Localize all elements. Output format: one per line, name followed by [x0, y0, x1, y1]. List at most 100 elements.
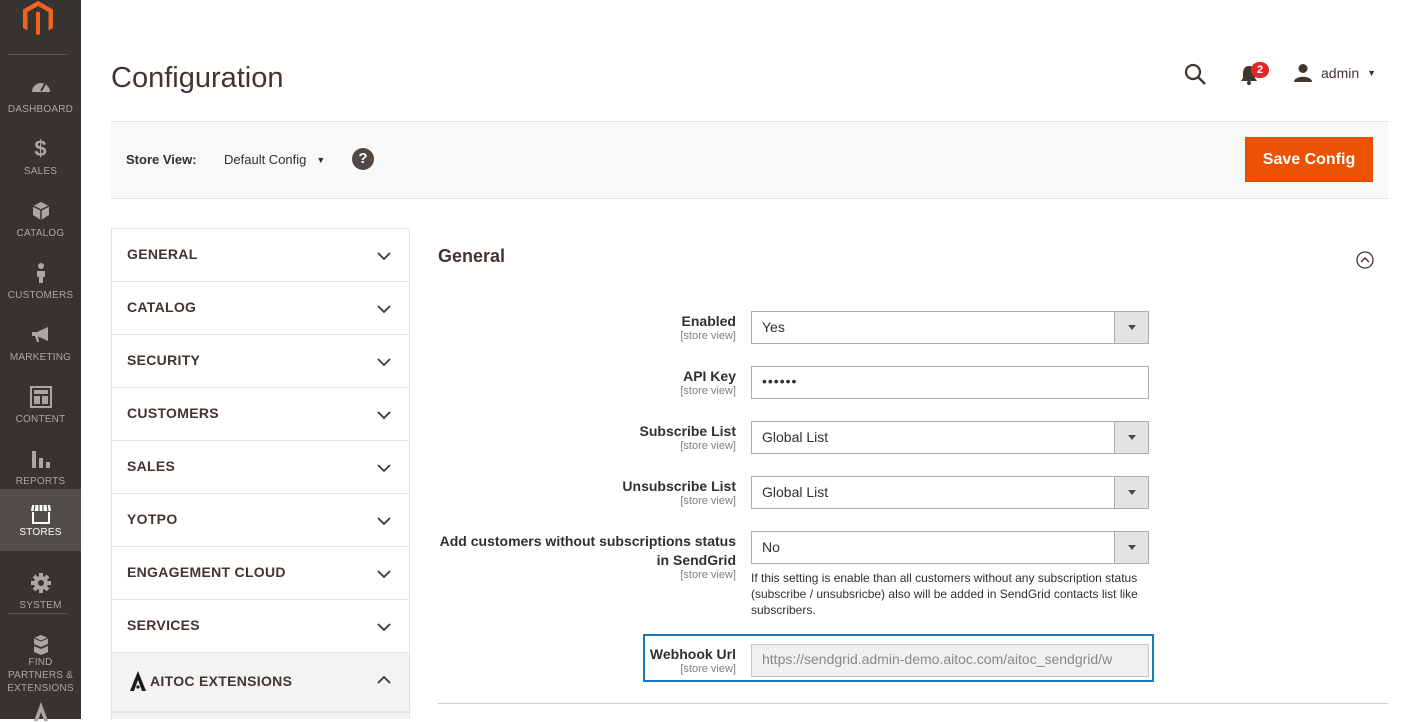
- dropdown-arrow-icon: [1114, 312, 1148, 343]
- notification-count-badge[interactable]: 2: [1251, 62, 1269, 78]
- collapse-section-icon[interactable]: [1356, 251, 1374, 269]
- person-icon: [30, 262, 52, 284]
- gear-icon: [30, 572, 52, 594]
- tab-submenu: [112, 712, 409, 719]
- menu-item-catalog[interactable]: CATALOG: [0, 190, 81, 252]
- menu-item-label: REPORTS: [15, 476, 66, 487]
- config-tabs: GENERAL CATALOG SECURITY CUSTOMERS SALES…: [111, 228, 410, 719]
- dropdown-arrow-icon: [1114, 532, 1148, 563]
- menu-item-system[interactable]: SYSTEM: [0, 562, 81, 624]
- add-customers-scope: [store view]: [680, 569, 736, 581]
- bar-chart-icon: [30, 448, 52, 470]
- menu-item-stores[interactable]: STORES: [0, 489, 81, 551]
- add-customers-note: If this setting is enable than all custo…: [751, 571, 1138, 617]
- tab-label: SERVICES: [127, 617, 200, 633]
- tab-yotpo[interactable]: YOTPO: [112, 494, 409, 547]
- dashboard-icon: [30, 76, 52, 98]
- chevron-down-icon: [377, 567, 391, 581]
- tab-label: CUSTOMERS: [127, 405, 219, 421]
- tab-sales[interactable]: SALES: [112, 441, 409, 494]
- tab-security[interactable]: SECURITY: [112, 335, 409, 388]
- unsubscribe-list-scope: [store view]: [680, 495, 736, 507]
- store-view-bar: Store View: Default Config ▼ ? Save Conf…: [111, 121, 1388, 199]
- webhook-url-label: Webhook Url: [649, 646, 736, 662]
- chevron-down-icon: [377, 408, 391, 422]
- admin-menu: DASHBOARD $ SALES CATALOG CUSTOMERS MARK…: [0, 0, 81, 721]
- api-key-value: ••••••: [762, 373, 798, 389]
- unsubscribe-list-select[interactable]: Global List: [751, 476, 1149, 509]
- chevron-down-icon: [377, 355, 391, 369]
- chevron-down-icon: [377, 461, 391, 475]
- menu-item-label: MARKETING: [9, 352, 72, 363]
- subscribe-list-select[interactable]: Global List: [751, 421, 1149, 454]
- page-title: Configuration: [111, 62, 284, 94]
- menu-item-sales[interactable]: $ SALES: [0, 128, 81, 190]
- webhook-url-value: https://sendgrid.admin-demo.aitoc.com/ai…: [762, 651, 1113, 667]
- tab-label: CATALOG: [127, 299, 197, 315]
- tab-label: AITOC EXTENSIONS: [150, 673, 293, 689]
- enabled-label: Enabled: [681, 313, 736, 329]
- magento-logo-icon[interactable]: [19, 0, 57, 38]
- webhook-url-field[interactable]: https://sendgrid.admin-demo.aitoc.com/ai…: [751, 644, 1149, 677]
- unsubscribe-list-label: Unsubscribe List: [622, 478, 736, 494]
- subscribe-list-label: Subscribe List: [639, 423, 736, 439]
- tab-engagement-cloud[interactable]: ENGAGEMENT CLOUD: [112, 547, 409, 600]
- dollar-icon: $: [34, 136, 47, 161]
- tab-aitoc-extensions[interactable]: AITOC EXTENSIONS: [112, 653, 409, 712]
- save-config-button[interactable]: Save Config: [1245, 137, 1373, 182]
- help-icon[interactable]: ?: [352, 148, 374, 170]
- add-customers-label: Add customers without subscriptions stat…: [439, 533, 736, 549]
- menu-item-marketing[interactable]: MARKETING: [0, 314, 81, 376]
- menu-item-label: CONTENT: [15, 414, 66, 425]
- menu-item-label: SALES: [23, 166, 58, 177]
- menu-item-label: CATALOG: [16, 228, 65, 239]
- section-title[interactable]: General: [438, 246, 505, 267]
- webhook-url-scope: [store view]: [680, 663, 736, 675]
- api-key-label: API Key: [683, 368, 736, 384]
- chevron-down-icon: ▼: [316, 154, 326, 165]
- tab-customers[interactable]: CUSTOMERS: [112, 388, 409, 441]
- store-view-switcher[interactable]: Default Config ▼: [224, 152, 325, 167]
- enabled-scope: [store view]: [680, 330, 736, 342]
- api-key-scope: [store view]: [680, 385, 736, 397]
- menu-item-content[interactable]: CONTENT: [0, 376, 81, 438]
- store-view-value: Default Config: [224, 152, 307, 167]
- tab-general[interactable]: GENERAL: [112, 229, 409, 282]
- menu-item-customers[interactable]: CUSTOMERS: [0, 252, 81, 314]
- tab-label: SALES: [127, 458, 176, 474]
- subscribe-list-scope: [store view]: [680, 440, 736, 452]
- menu-item-label: CUSTOMERS: [7, 290, 74, 301]
- tab-label: ENGAGEMENT CLOUD: [127, 564, 286, 580]
- aitoc-logo-icon: [129, 671, 147, 691]
- user-icon: [1293, 63, 1313, 83]
- chevron-down-icon: [377, 302, 391, 316]
- tab-catalog[interactable]: CATALOG: [112, 282, 409, 335]
- store-view-label: Store View:: [126, 152, 197, 167]
- chevron-up-icon: [377, 673, 391, 687]
- chevron-down-icon: ▼: [1367, 68, 1377, 78]
- enabled-select[interactable]: Yes: [751, 311, 1149, 344]
- enabled-value: Yes: [762, 319, 785, 335]
- menu-item-find-partners[interactable]: FIND PARTNERS & EXTENSIONS: [0, 624, 81, 694]
- menu-item-label: FIND PARTNERS & EXTENSIONS: [7, 657, 74, 694]
- chevron-down-icon: [377, 620, 391, 634]
- dropdown-arrow-icon: [1114, 477, 1148, 508]
- user-account-menu[interactable]: admin ▼: [1293, 62, 1376, 84]
- add-customers-value: No: [762, 539, 780, 555]
- cube-icon: [30, 200, 52, 222]
- add-customers-select[interactable]: No: [751, 531, 1149, 564]
- menu-item-label: DASHBOARD: [7, 104, 74, 115]
- chevron-down-icon: [377, 249, 391, 263]
- user-name: admin: [1321, 65, 1360, 81]
- layout-icon: [29, 386, 52, 408]
- api-key-field[interactable]: ••••••: [751, 366, 1149, 399]
- boxes-icon: [30, 634, 52, 656]
- search-icon[interactable]: [1183, 62, 1207, 86]
- menu-item-dashboard[interactable]: DASHBOARD: [0, 66, 81, 128]
- menu-item-aitoc[interactable]: [0, 698, 81, 721]
- menu-divider: [8, 54, 67, 55]
- unsubscribe-list-value: Global List: [762, 484, 829, 500]
- chevron-down-icon: [377, 514, 391, 528]
- tab-services[interactable]: SERVICES: [112, 600, 409, 653]
- menu-item-label: STORES: [19, 527, 62, 538]
